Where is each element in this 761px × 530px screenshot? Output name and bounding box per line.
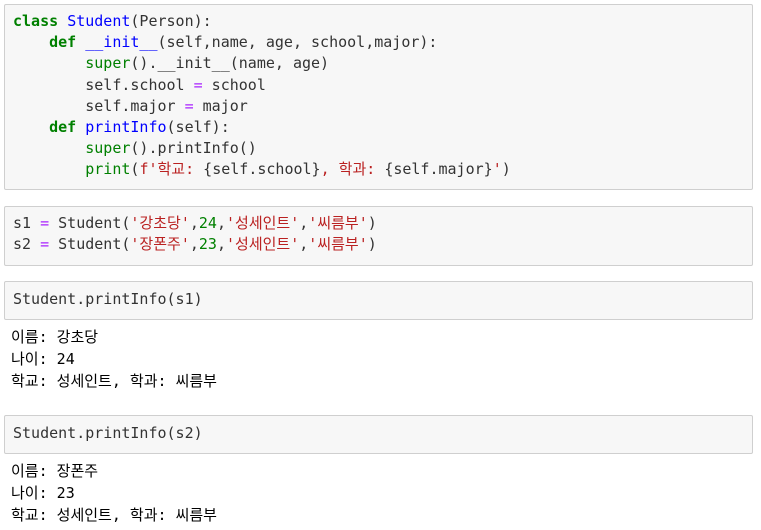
code-token: f'학교: bbox=[139, 160, 204, 179]
code-token: s2 bbox=[13, 235, 41, 254]
code-token: ().printInfo() bbox=[130, 139, 257, 158]
code-cell-instances[interactable]: s1 = Student('강초당',24,'성세인트','씨름부') s2 = … bbox=[4, 206, 753, 266]
code-token: , bbox=[189, 214, 199, 232]
code-token: __init__ bbox=[85, 33, 158, 52]
code-token: def bbox=[49, 33, 77, 52]
code-line: Student.printInfo(s1) bbox=[13, 289, 752, 310]
code-token: major bbox=[193, 96, 248, 115]
code-editor[interactable]: s1 = Student('강초당',24,'성세인트','씨름부') s2 = … bbox=[5, 207, 752, 255]
code-token: Student bbox=[67, 12, 131, 30]
code-token: '성세인트' bbox=[226, 235, 300, 254]
code-line: self.school = school bbox=[13, 75, 752, 96]
code-token: , bbox=[216, 214, 226, 232]
code-token: (). bbox=[130, 54, 158, 73]
code-token: , bbox=[299, 214, 309, 232]
code-line: super().printInfo() bbox=[13, 138, 752, 159]
code-token: super bbox=[85, 54, 131, 73]
code-token: school bbox=[202, 75, 266, 94]
code-token: ) bbox=[501, 160, 511, 179]
code-token: print bbox=[85, 160, 131, 179]
code-token: '장폰주' bbox=[130, 235, 190, 254]
output-line: 학교: 성세인트, 학과: 씨름부 bbox=[11, 505, 217, 524]
code-token: ) bbox=[367, 235, 377, 254]
output-line: 학교: 성세인트, 학과: 씨름부 bbox=[11, 371, 217, 390]
code-token: = bbox=[193, 75, 203, 94]
code-token: self.major bbox=[13, 96, 185, 115]
code-token: (self,name, age, school,major): bbox=[157, 33, 438, 52]
code-token: = bbox=[184, 96, 194, 115]
code-line: Student.printInfo(s2) bbox=[13, 423, 752, 444]
code-token: self.school bbox=[13, 75, 194, 94]
code-token: '성세인트' bbox=[226, 214, 300, 232]
code-token: Student.printInfo(s1) bbox=[13, 290, 203, 308]
code-token: Student( bbox=[49, 235, 131, 254]
code-editor[interactable]: class Student(Person): def __init__(self… bbox=[5, 5, 752, 181]
output-line: 나이: 24 bbox=[11, 349, 75, 368]
code-token: def bbox=[49, 117, 77, 136]
code-token: '씨름부' bbox=[308, 214, 368, 232]
code-line: s2 = Student('장폰주',23,'성세인트','씨름부') bbox=[13, 234, 752, 255]
code-token: = bbox=[40, 235, 50, 254]
code-line: def __init__(self,name, age, school,majo… bbox=[13, 32, 752, 53]
output-line: 나이: 23 bbox=[11, 483, 75, 502]
code-token: (self): bbox=[166, 117, 230, 136]
code-token: 24 bbox=[198, 214, 217, 232]
code-token: = bbox=[40, 214, 50, 232]
code-editor[interactable]: Student.printInfo(s2) bbox=[5, 416, 752, 444]
code-token: __init__ bbox=[157, 54, 230, 73]
code-token: s1 bbox=[13, 214, 41, 232]
code-token: ) bbox=[367, 214, 377, 232]
code-token: , 학과: bbox=[320, 160, 385, 179]
code-token: Student.printInfo(s2) bbox=[13, 424, 203, 442]
code-token: printInfo bbox=[85, 117, 167, 136]
output-line: 이름: 장폰주 bbox=[11, 462, 99, 480]
code-token: , bbox=[216, 235, 226, 254]
code-token: (name, age) bbox=[229, 54, 330, 73]
code-token: {self.school} bbox=[203, 160, 321, 179]
code-editor[interactable]: Student.printInfo(s1) bbox=[5, 282, 752, 310]
code-token: super bbox=[85, 139, 131, 158]
code-token: , bbox=[189, 235, 199, 254]
code-token: '씨름부' bbox=[308, 235, 368, 254]
cell-output-s1: 이름: 강초당나이: 24 학교: 성세인트, 학과: 씨름부 bbox=[11, 327, 217, 392]
code-line: class Student(Person): bbox=[13, 11, 752, 32]
code-line: s1 = Student('강초당',24,'성세인트','씨름부') bbox=[13, 213, 752, 234]
code-line: self.major = major bbox=[13, 96, 752, 117]
code-token: Student( bbox=[49, 214, 131, 232]
code-token: '강초당' bbox=[130, 214, 190, 232]
code-token: class bbox=[13, 12, 59, 30]
code-line: print(f'학교: {self.school}, 학과: {self.maj… bbox=[13, 159, 752, 180]
code-token: ' bbox=[492, 160, 502, 179]
code-cell-print-s2[interactable]: Student.printInfo(s2) bbox=[4, 415, 753, 454]
code-cell-print-s1[interactable]: Student.printInfo(s1) bbox=[4, 281, 753, 320]
code-line: def printInfo(self): bbox=[13, 117, 752, 138]
code-token: (Person): bbox=[130, 12, 212, 30]
output-line: 이름: 강초당 bbox=[11, 328, 99, 346]
code-cell-class-definition[interactable]: class Student(Person): def __init__(self… bbox=[4, 4, 753, 190]
code-token: 23 bbox=[198, 235, 217, 254]
cell-output-s2: 이름: 장폰주나이: 23 학교: 성세인트, 학과: 씨름부 bbox=[11, 461, 217, 526]
code-line: super().__init__(name, age) bbox=[13, 53, 752, 74]
code-token: {self.major} bbox=[384, 160, 493, 179]
code-token: , bbox=[299, 235, 309, 254]
